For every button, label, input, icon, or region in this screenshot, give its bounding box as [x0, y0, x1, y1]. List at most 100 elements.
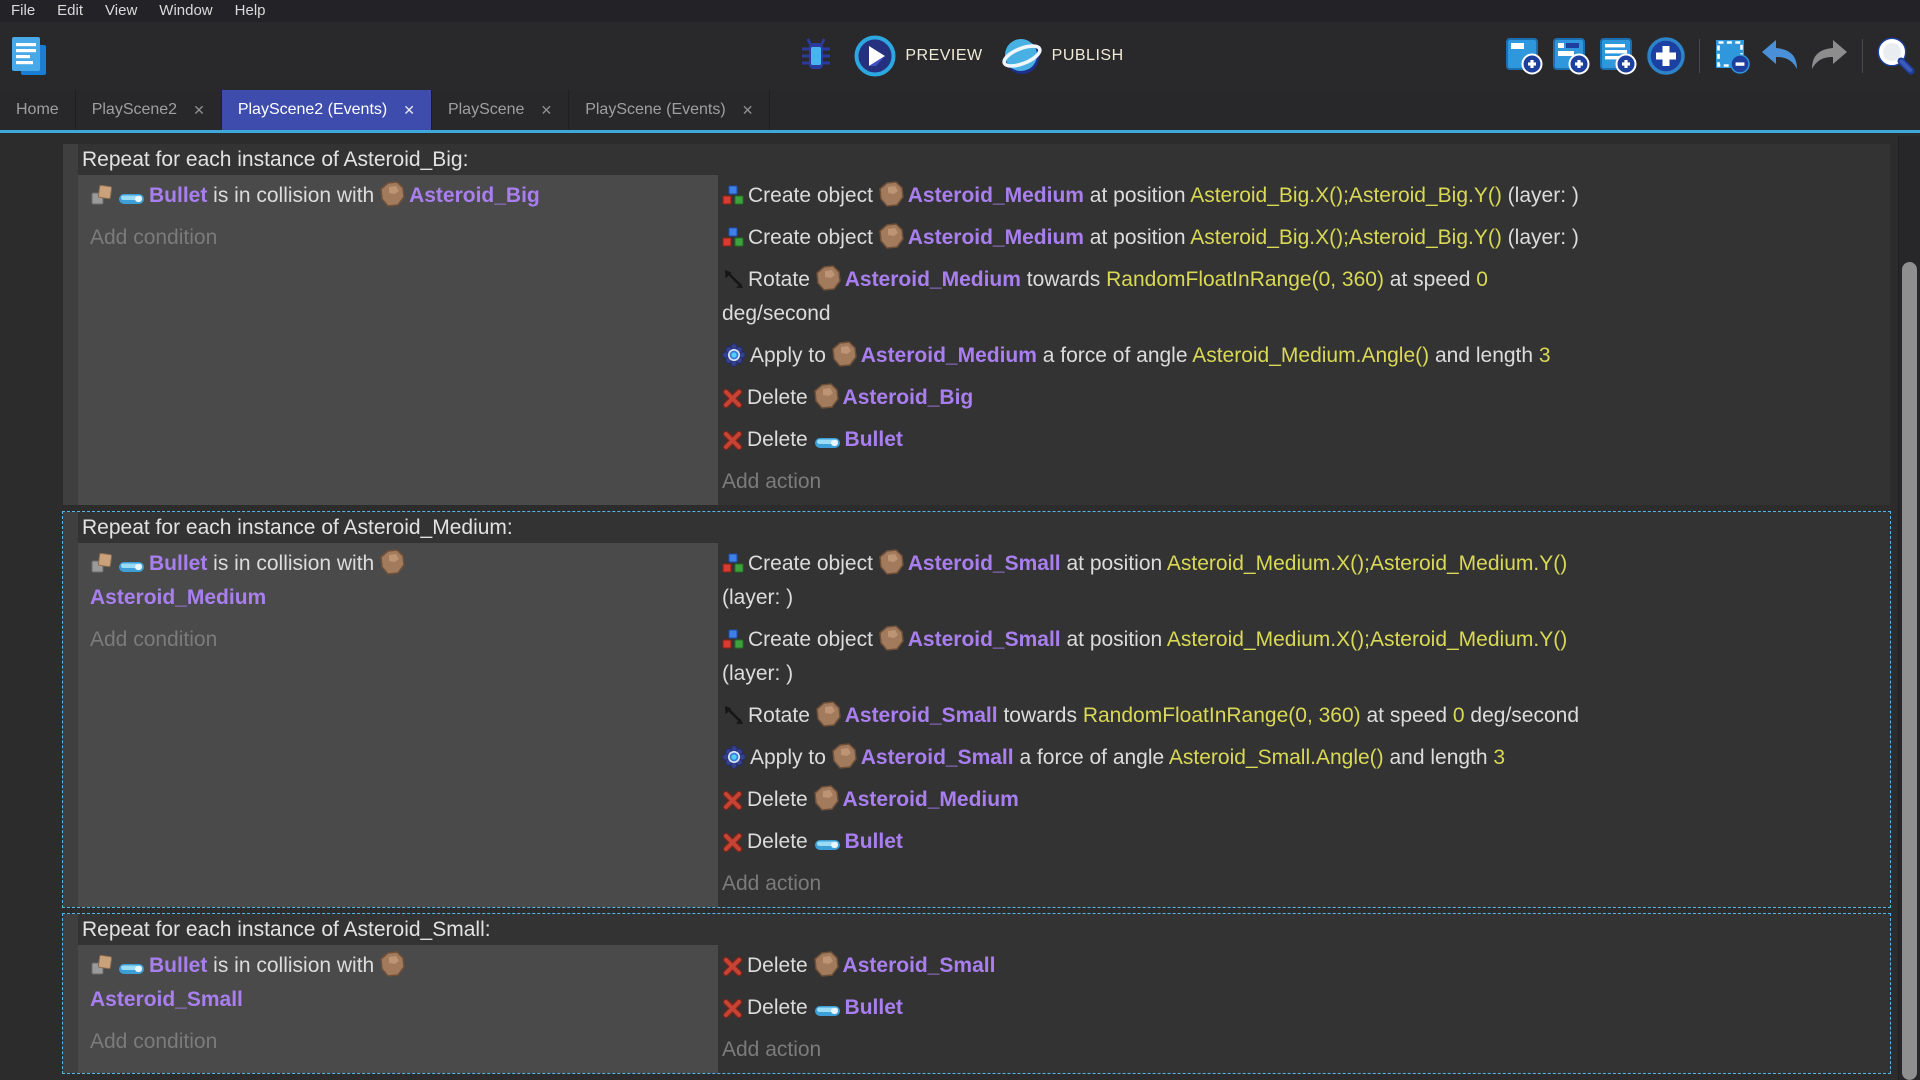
instruction-text: at speed [1360, 704, 1453, 727]
debug-icon[interactable] [796, 36, 836, 76]
toolbar-separator [1862, 39, 1863, 73]
search-icon[interactable] [1876, 36, 1916, 76]
action-row[interactable]: Delete Asteroid_Small [722, 949, 1880, 983]
redo-icon[interactable] [1809, 39, 1849, 73]
action-row[interactable]: Delete Bullet [722, 825, 1880, 859]
event-drag-handle[interactable] [63, 144, 78, 505]
add-comment-icon[interactable] [1599, 37, 1637, 75]
add-action-button[interactable]: Add action [722, 465, 1880, 499]
event-drag-handle[interactable] [63, 914, 78, 1073]
tab-playscene2-events-[interactable]: PlayScene2 (Events) ✕ [221, 90, 432, 130]
tab-close-icon[interactable]: ✕ [193, 102, 205, 119]
object-name: Asteroid_Medium [907, 184, 1084, 207]
object-name: Bullet [149, 552, 208, 575]
instruction-text: at position [1060, 552, 1167, 575]
instruction-text: (layer: ) [1501, 226, 1579, 249]
object-name: Asteroid_Medium [842, 788, 1019, 811]
event-block[interactable]: Repeat for each instance of Asteroid_Med… [62, 511, 1891, 908]
object-name: Asteroid_Small [842, 954, 996, 977]
bullet-icon [814, 435, 841, 451]
action-row[interactable]: Create object Asteroid_Small at position… [722, 623, 1880, 691]
instruction-text: Rotate [748, 268, 816, 291]
action-row[interactable]: Delete Asteroid_Big [722, 381, 1880, 415]
add-action-button[interactable]: Add action [722, 867, 1880, 901]
menu-edit[interactable]: Edit [46, 0, 94, 22]
action-row[interactable]: Delete Bullet [722, 991, 1880, 1025]
instruction-text: and length [1383, 746, 1494, 769]
conditions-panel: Bullet is in collision with Asteroid_Big… [78, 175, 718, 505]
action-row[interactable]: Delete Asteroid_Medium [722, 783, 1880, 817]
object-name: Asteroid_Small [844, 704, 998, 727]
add-event-icon[interactable] [1505, 37, 1543, 75]
event-header[interactable]: Repeat for each instance of Asteroid_Sma… [78, 914, 1890, 945]
instruction-text: at position [1060, 628, 1167, 651]
action-row[interactable]: Create object Asteroid_Small at position… [722, 547, 1880, 615]
undo-icon[interactable] [1760, 39, 1800, 73]
tab-label: PlayScene2 (Events) [237, 101, 388, 118]
menu-window[interactable]: Window [148, 0, 223, 22]
asteroid-icon [815, 701, 841, 727]
instruction-text: Delete [747, 954, 814, 977]
event-block[interactable]: Repeat for each instance of Asteroid_Sma… [62, 913, 1891, 1074]
action-row[interactable]: Apply to Asteroid_Small a force of angle… [722, 741, 1880, 775]
force-icon [722, 343, 746, 367]
event-drag-handle[interactable] [63, 512, 78, 907]
action-row[interactable]: Create object Asteroid_Medium at positio… [722, 221, 1880, 255]
tab-home[interactable]: Home [0, 90, 76, 130]
condition-row[interactable]: Bullet is in collision with Asteroid_Sma… [90, 949, 708, 1017]
actions-panel: Create object Asteroid_Medium at positio… [718, 175, 1890, 505]
select-remove-icon[interactable] [1713, 37, 1751, 75]
vertical-scrollbar[interactable] [1898, 136, 1920, 1080]
conditions-panel: Bullet is in collision with Asteroid_Sma… [78, 945, 718, 1073]
instruction-text: (layer: ) [722, 586, 794, 609]
event-header[interactable]: Repeat for each instance of Asteroid_Med… [78, 512, 1890, 543]
event-header[interactable]: Repeat for each instance of Asteroid_Big… [78, 144, 1890, 175]
instruction-text: deg/second [1464, 704, 1580, 727]
condition-row[interactable]: Bullet is in collision with Asteroid_Big [90, 179, 708, 213]
create-icon [722, 629, 744, 651]
toolbar-right-group [1505, 22, 1916, 90]
instruction-text: is in collision with [207, 552, 381, 575]
menu-file[interactable]: File [0, 0, 46, 22]
action-row[interactable]: Apply to Asteroid_Medium a force of angl… [722, 339, 1880, 373]
collision-icon [90, 551, 114, 575]
tab-close-icon[interactable]: ✕ [540, 102, 552, 119]
action-row[interactable]: Create object Asteroid_Medium at positio… [722, 179, 1880, 213]
add-condition-button[interactable]: Add condition [90, 1025, 708, 1059]
collision-icon [90, 953, 114, 977]
instruction-text: Apply to [750, 344, 832, 367]
tab-playscene-events-[interactable]: PlayScene (Events) ✕ [569, 90, 771, 130]
tab-close-icon[interactable]: ✕ [742, 102, 754, 119]
instruction-text: at position [1083, 184, 1191, 207]
add-condition-button[interactable]: Add condition [90, 623, 708, 657]
tab-playscene[interactable]: PlayScene ✕ [432, 90, 570, 130]
instruction-text: Delete [747, 788, 814, 811]
asteroid-icon [831, 743, 857, 769]
action-row[interactable]: Delete Bullet [722, 423, 1880, 457]
preview-label: PREVIEW [905, 47, 983, 64]
scrollbar-thumb[interactable] [1902, 262, 1917, 1080]
expression: Asteroid_Medium.X();Asteroid_Medium.Y() [1166, 552, 1568, 575]
delete-icon [722, 998, 743, 1019]
action-row[interactable]: Rotate Asteroid_Small towards RandomFloa… [722, 699, 1880, 733]
tab-close-icon[interactable]: ✕ [403, 102, 415, 119]
add-condition-button[interactable]: Add condition [90, 221, 708, 255]
instruction-text: towards [997, 704, 1083, 727]
object-name: Bullet [149, 954, 208, 977]
expression: Asteroid_Medium.Angle() [1192, 344, 1430, 367]
expression: 0 [1452, 704, 1465, 727]
condition-row[interactable]: Bullet is in collision with Asteroid_Med… [90, 547, 708, 615]
object-name: Asteroid_Medium [90, 586, 267, 609]
add-action-button[interactable]: Add action [722, 1033, 1880, 1067]
menu-view[interactable]: View [94, 0, 148, 22]
action-row[interactable]: Rotate Asteroid_Medium towards RandomFlo… [722, 263, 1880, 331]
publish-button[interactable]: PUBLISH [1001, 35, 1124, 77]
tab-playscene2[interactable]: PlayScene2 ✕ [76, 90, 222, 130]
object-name: Asteroid_Small [907, 552, 1061, 575]
add-subevent-icon[interactable] [1552, 37, 1590, 75]
add-other-event-icon[interactable] [1646, 36, 1686, 76]
preview-button[interactable]: PREVIEW [854, 35, 982, 77]
instruction-text: Delete [747, 830, 814, 853]
event-block[interactable]: Repeat for each instance of Asteroid_Big… [62, 143, 1891, 506]
menu-help[interactable]: Help [224, 0, 277, 22]
